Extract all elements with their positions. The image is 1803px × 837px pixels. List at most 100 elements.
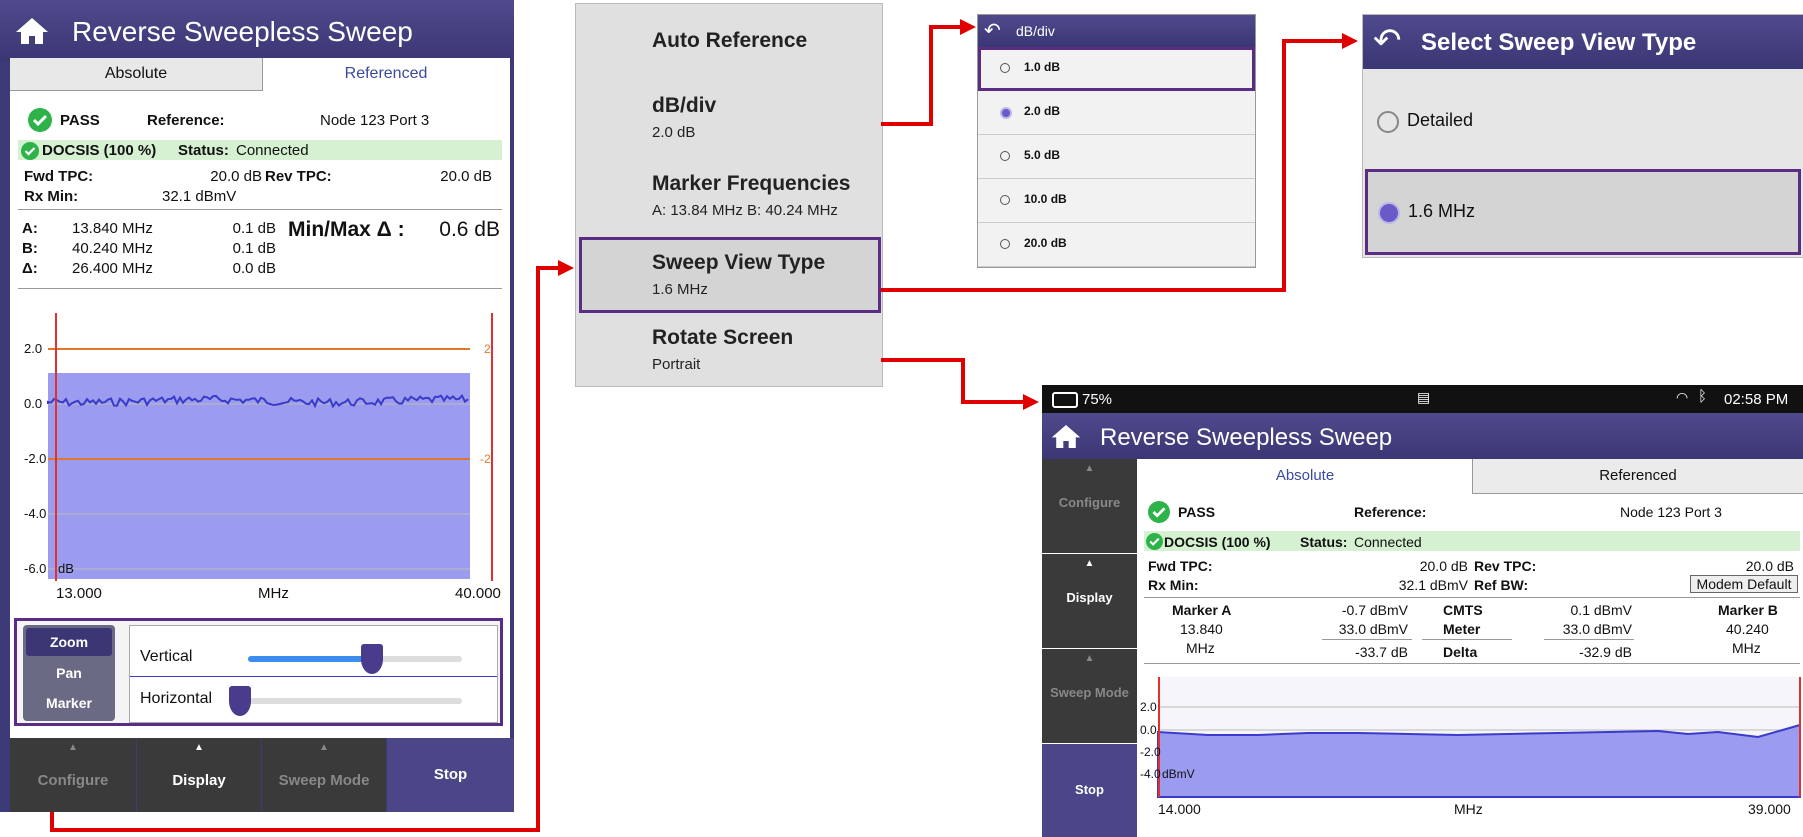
menu-item-db-div[interactable]: dB/div 2.0 dB <box>652 94 716 141</box>
pass-check-icon <box>28 108 52 132</box>
up-arrow-icon: ▲ <box>1084 463 1095 474</box>
docsis-check-icon <box>1146 533 1163 550</box>
ref-bw-label: Ref BW: <box>1474 577 1529 593</box>
a-meter-value: 33.0 dBmV <box>1338 621 1408 637</box>
y-tick: 0.0 <box>1140 723 1157 737</box>
configure-button[interactable]: ▲ Configure <box>1042 459 1137 553</box>
status-label: Status: <box>178 142 229 159</box>
pass-label: PASS <box>60 112 100 129</box>
landscape-chart-svg <box>1157 677 1801 798</box>
tab-referenced[interactable]: Referenced <box>262 58 510 90</box>
y-unit: dBmV <box>1162 767 1195 781</box>
cmts-label: CMTS <box>1443 602 1483 618</box>
horizontal-label: Horizontal <box>140 690 213 707</box>
fwd-tpc-label: Fwd TPC: <box>1148 558 1213 574</box>
configure-button[interactable]: ▲ Configure <box>10 738 136 812</box>
ref-bw-button[interactable]: Modem Default <box>1690 575 1798 593</box>
db-div-option-label: 20.0 dB <box>1024 236 1067 250</box>
vertical-slider-fill <box>248 656 373 662</box>
tab-referenced[interactable]: Referenced <box>1472 459 1803 494</box>
connector-arrow <box>881 288 1285 292</box>
battery-icon <box>1052 392 1078 408</box>
radio-unselected <box>1000 195 1010 205</box>
divider <box>18 209 502 210</box>
zoom-button[interactable]: Zoom <box>26 628 112 656</box>
back-arrow-icon[interactable]: ↶ <box>984 18 1001 43</box>
a-delta-value: -33.7 dB <box>1355 644 1408 660</box>
horizontal-slider-thumb[interactable] <box>229 686 251 716</box>
connector-arrow <box>536 266 560 270</box>
y-tick: 2.0 <box>1140 700 1157 714</box>
rx-min-label: Rx Min: <box>1148 577 1199 593</box>
connector-arrow <box>961 400 1025 404</box>
horizontal-slider-track[interactable] <box>229 686 462 716</box>
x-start: 13.000 <box>56 585 102 602</box>
db-div-option[interactable]: 1.0 dB <box>978 47 1255 91</box>
divider <box>1544 639 1634 640</box>
up-arrow-icon: ▲ <box>319 742 329 753</box>
marker-delta-label: Δ: <box>22 260 38 277</box>
status-value: Connected <box>236 142 309 159</box>
menu-item-auto-reference[interactable]: Auto Reference <box>652 29 807 53</box>
connector-arrow <box>536 266 540 832</box>
option-1-6-mhz[interactable]: 1.6 MHz <box>1365 169 1801 255</box>
docsis-label: DOCSIS (100 %) <box>1164 534 1271 550</box>
connector-arrow <box>961 358 965 404</box>
divider <box>18 288 502 289</box>
db-div-dialog: ↶ dB/div 1.0 dB 2.0 dB 5.0 dB 10.0 dB 20.0 d… <box>977 14 1256 268</box>
marker-b-freq: 40.240 <box>1726 621 1769 637</box>
menu-item-rotate-screen[interactable]: Rotate Screen Portrait <box>652 326 793 373</box>
docsis-label: DOCSIS (100 %) <box>42 142 157 159</box>
x-end: 40.000 <box>455 585 501 602</box>
delta-label: Delta <box>1443 644 1478 660</box>
db-div-option[interactable]: 10.0 dB <box>978 179 1255 223</box>
tab-absolute[interactable]: Absolute <box>1138 459 1472 493</box>
db-div-header: ↶ dB/div <box>978 15 1255 47</box>
sweep-chart-svg <box>47 313 493 581</box>
home-icon[interactable] <box>14 16 50 46</box>
divider <box>1144 663 1800 664</box>
rev-tpc-value: 20.0 dB <box>440 168 492 185</box>
db-div-option[interactable]: 5.0 dB <box>978 135 1255 179</box>
portrait-header: Reverse Sweepless Sweep <box>0 0 514 62</box>
db-div-option[interactable]: 2.0 dB <box>978 91 1255 135</box>
vertical-slider-track[interactable] <box>248 644 462 674</box>
x-end: 39.000 <box>1748 801 1791 817</box>
marker-button[interactable]: Marker <box>26 689 112 717</box>
pan-button[interactable]: Pan <box>26 659 112 687</box>
notification-icon: ▤ <box>1417 389 1431 405</box>
status-label: Status: <box>1300 534 1348 550</box>
rx-min-label: Rx Min: <box>24 188 79 205</box>
radio-unselected <box>1377 111 1399 133</box>
tab-absolute[interactable]: Absolute <box>10 58 263 91</box>
home-icon[interactable] <box>1050 423 1082 450</box>
radio-unselected <box>1000 63 1010 73</box>
pass-check-icon <box>1148 501 1170 523</box>
marker-a-label: Marker A <box>1172 602 1232 618</box>
mode-selector: Zoom Pan Marker <box>23 625 115 721</box>
radio-unselected <box>1000 151 1010 161</box>
display-button[interactable]: ▲ Display <box>137 738 261 812</box>
stop-button[interactable]: Stop <box>1042 744 1137 837</box>
sweep-mode-button[interactable]: ▲ Sweep Mode <box>262 738 386 812</box>
docsis-check-icon <box>21 142 39 160</box>
landscape-chart: 2.0 0.0 -2.0 -4.0 dBmV 14.000 MHz 39.000 <box>1138 677 1803 837</box>
b-cmts-value: 0.1 dBmV <box>1570 602 1632 618</box>
menu-item-sweep-view-type[interactable]: Sweep View Type 1.6 MHz <box>579 237 881 313</box>
y-tick: -4.0 <box>1140 767 1161 781</box>
y-tick: -2.0 <box>1140 745 1161 759</box>
fwd-tpc-label: Fwd TPC: <box>24 168 94 185</box>
menu-item-marker-frequencies[interactable]: Marker Frequencies A: 13.84 MHz B: 40.24… <box>652 172 850 219</box>
battery-level: 75% <box>1082 391 1113 408</box>
db-div-option[interactable]: 20.0 dB <box>978 223 1255 267</box>
display-button[interactable]: ▲ Display <box>1042 554 1137 648</box>
rev-tpc-label: Rev TPC: <box>1474 558 1537 574</box>
status-bar: 75% ▤ ◠ ᛒ 02:58 PM <box>1042 385 1803 413</box>
zoom-pan-panel: Zoom Pan Marker Vertical Horizontal <box>14 618 503 726</box>
stop-button[interactable]: Stop <box>387 738 514 812</box>
x-start: 14.000 <box>1158 801 1201 817</box>
option-detailed[interactable]: Detailed <box>1363 69 1803 169</box>
back-arrow-icon[interactable]: ↶ <box>1373 21 1402 61</box>
sweep-mode-button[interactable]: ▲ Sweep Mode <box>1042 649 1137 743</box>
vertical-slider-thumb[interactable] <box>361 644 384 674</box>
